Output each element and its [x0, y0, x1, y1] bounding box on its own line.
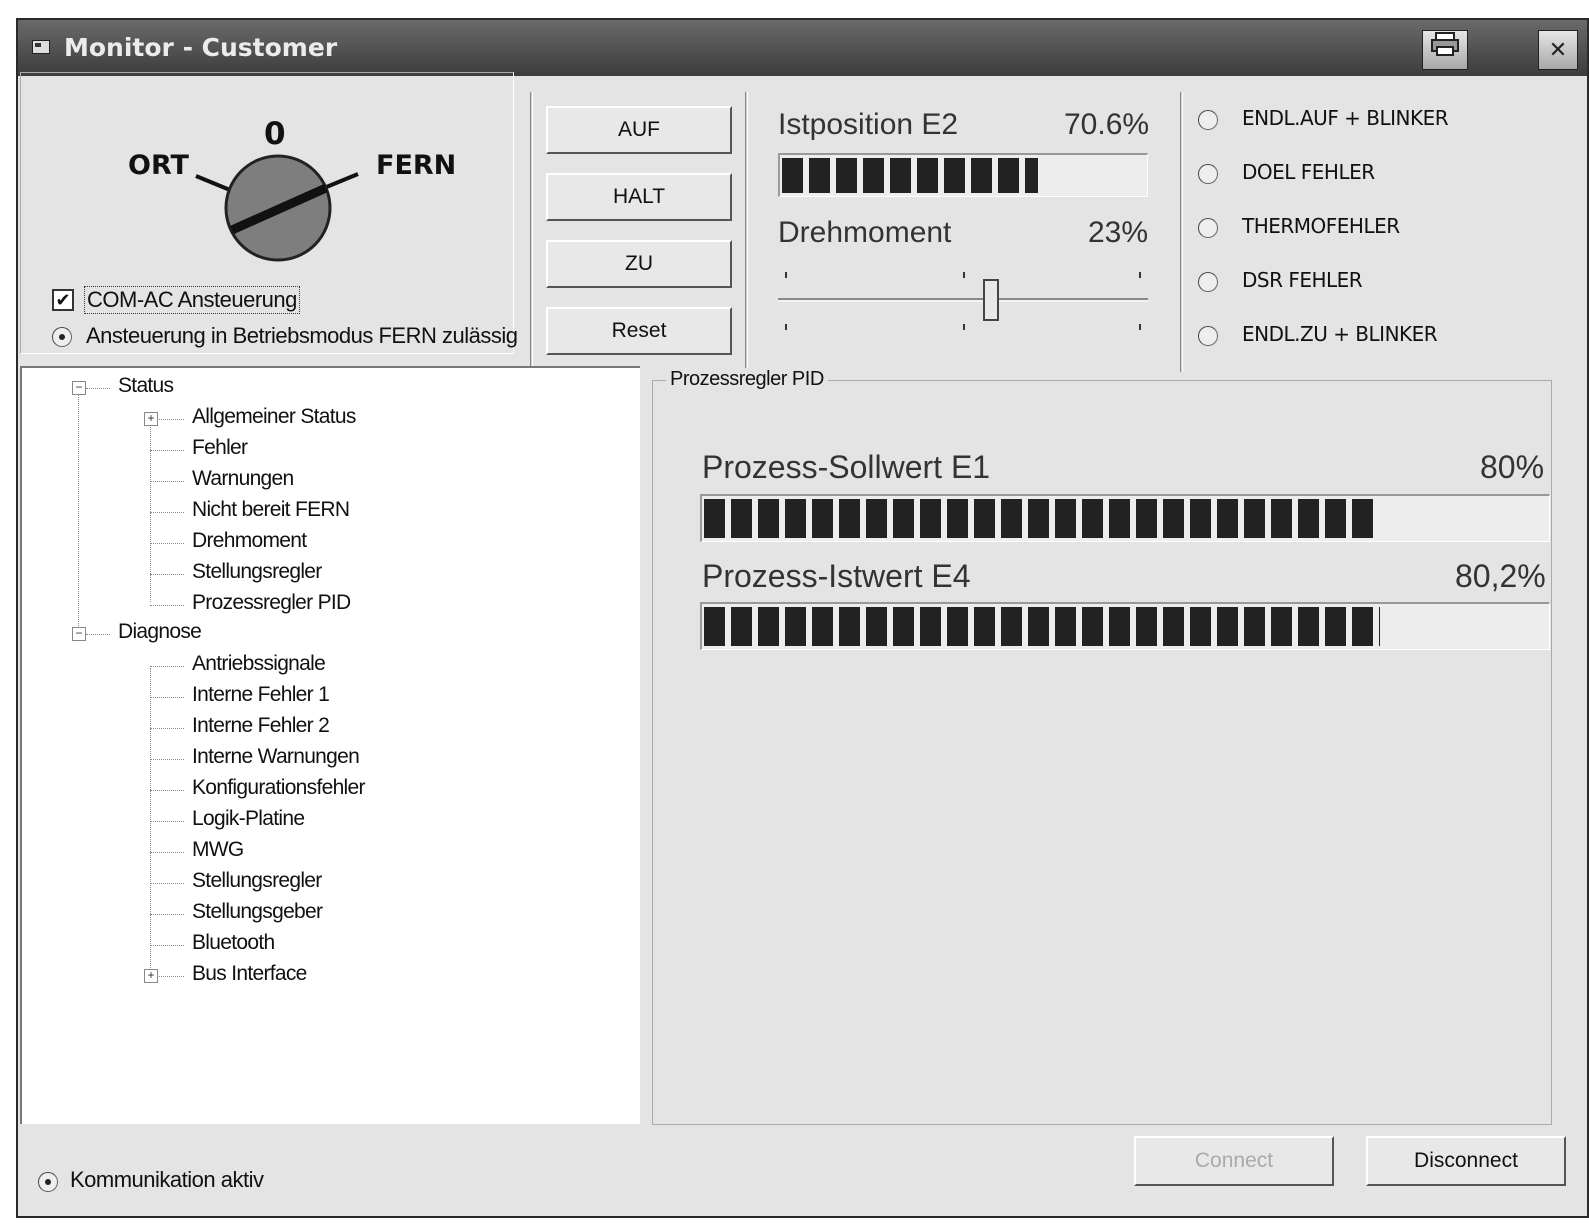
tree-line	[150, 666, 184, 667]
indicator-radio	[1198, 218, 1218, 238]
setpoint-value: 80%	[1480, 449, 1545, 485]
tree-line	[150, 914, 184, 915]
actual-progress-fill	[704, 607, 1380, 646]
tree-line	[86, 388, 110, 389]
indicator-label: THERMOFEHLER	[1242, 214, 1400, 238]
indicator-label: ENDL.ZU + BLINKER	[1242, 322, 1438, 346]
tree-line	[150, 481, 184, 482]
communication-radio	[38, 1172, 58, 1192]
knob-label-zero: 0	[264, 116, 286, 152]
tree-item[interactable]: MWG	[192, 838, 244, 862]
tree-item[interactable]: Interne Warnungen	[192, 745, 360, 769]
stop-button[interactable]: HALT	[546, 173, 732, 221]
title-bar[interactable]: Monitor - Customer ✕	[18, 20, 1587, 76]
fern-mode-label: Ansteuerung in Betriebsmodus FERN zuläss…	[86, 323, 518, 348]
disconnect-button[interactable]: Disconnect	[1366, 1136, 1566, 1186]
tree-line	[150, 759, 184, 760]
tree-expand-icon[interactable]: +	[144, 412, 158, 426]
open-button[interactable]: AUF	[546, 106, 732, 154]
tree-item[interactable]: Fehler	[192, 436, 248, 460]
position-progress-bar	[778, 153, 1148, 197]
indicator-radio	[1198, 272, 1218, 292]
actual-value: 80,2%	[1455, 558, 1546, 594]
separator	[530, 92, 533, 372]
indicator-label: DSR FEHLER	[1242, 268, 1363, 292]
tree-collapse-icon[interactable]: −	[72, 381, 86, 395]
separator	[1180, 92, 1183, 372]
window-icon[interactable]	[32, 40, 50, 54]
tree-line	[150, 574, 184, 575]
tree-item[interactable]: Nicht bereit FERN	[192, 498, 350, 522]
tree-line	[150, 543, 184, 544]
tree-line	[86, 634, 110, 635]
close-icon[interactable]: ✕	[1538, 30, 1578, 70]
actual-label: Prozess-Istwert E4	[702, 558, 971, 594]
tree-item[interactable]: Stellungsgeber	[192, 900, 323, 924]
reset-button[interactable]: Reset	[546, 307, 732, 355]
tree-line	[150, 945, 184, 946]
indicator-radio	[1198, 164, 1218, 184]
tree-collapse-icon[interactable]: −	[72, 627, 86, 641]
tree-line	[150, 728, 184, 729]
tree-item[interactable]: Logik-Platine	[192, 807, 305, 831]
tree-item[interactable]: Interne Fehler 2	[192, 714, 330, 738]
close-button[interactable]: ZU	[546, 240, 732, 288]
tree-item[interactable]: Prozessregler PID	[192, 591, 351, 615]
indicator-radio	[1198, 110, 1218, 130]
knob-label-ort: ORT	[128, 150, 189, 181]
torque-label: Drehmoment	[778, 216, 952, 249]
separator	[745, 92, 748, 372]
window-title: Monitor - Customer	[64, 33, 338, 62]
tree-line	[150, 450, 184, 451]
tree-item[interactable]: Stellungsregler	[192, 869, 322, 893]
tree-item[interactable]: Bus Interface	[192, 962, 307, 986]
position-label: Istposition E2	[778, 108, 959, 141]
torque-slider[interactable]	[776, 264, 1154, 340]
tree-item-diagnose[interactable]: Diagnose	[118, 620, 202, 644]
tree-item[interactable]: Antriebssignale	[192, 652, 326, 676]
tree-item[interactable]: Warnungen	[192, 467, 294, 491]
actual-progress-bar	[700, 602, 1550, 650]
navigation-tree[interactable]: − Status + Allgemeiner Status Fehler Warnun…	[20, 366, 640, 1124]
torque-value: 23%	[1088, 216, 1149, 249]
tree-line	[150, 512, 184, 513]
communication-status: Kommunikation aktiv	[70, 1167, 264, 1192]
pid-group-label: Prozessregler PID	[666, 368, 828, 391]
position-progress-fill	[782, 158, 1038, 193]
com-ac-label[interactable]: COM-AC Ansteuerung	[84, 286, 300, 314]
setpoint-progress-bar	[700, 494, 1550, 542]
setpoint-label: Prozess-Sollwert E1	[702, 449, 991, 485]
tree-expand-icon[interactable]: +	[144, 969, 158, 983]
tree-item[interactable]: Konfigurationsfehler	[192, 776, 365, 800]
tree-item[interactable]: Drehmoment	[192, 529, 307, 553]
fern-mode-radio[interactable]	[52, 327, 72, 347]
tree-item-status[interactable]: Status	[118, 374, 174, 398]
pid-group	[652, 380, 1552, 1125]
mode-selector-knob[interactable]	[190, 150, 370, 270]
indicator-radio	[1198, 326, 1218, 346]
tree-line	[78, 388, 79, 634]
torque-slider-thumb	[983, 279, 999, 321]
printer-icon[interactable]	[1422, 30, 1468, 70]
position-value: 70.6%	[1064, 108, 1150, 141]
com-ac-checkbox[interactable]: ✔	[52, 289, 74, 311]
tree-item[interactable]: Allgemeiner Status	[192, 405, 356, 429]
tree-item[interactable]: Interne Fehler 1	[192, 683, 330, 707]
tree-line	[150, 605, 184, 606]
tree-line	[150, 697, 184, 698]
indicator-label: DOEL FEHLER	[1242, 160, 1375, 184]
tree-line	[150, 821, 184, 822]
tree-line	[150, 790, 184, 791]
setpoint-progress-fill	[704, 499, 1378, 538]
indicator-label: ENDL.AUF + BLINKER	[1242, 106, 1449, 130]
tree-line	[150, 883, 184, 884]
knob-label-fern: FERN	[376, 150, 457, 181]
tree-line	[150, 852, 184, 853]
tree-item[interactable]: Bluetooth	[192, 931, 275, 955]
tree-item[interactable]: Stellungsregler	[192, 560, 322, 584]
connect-button[interactable]: Connect	[1134, 1136, 1334, 1186]
